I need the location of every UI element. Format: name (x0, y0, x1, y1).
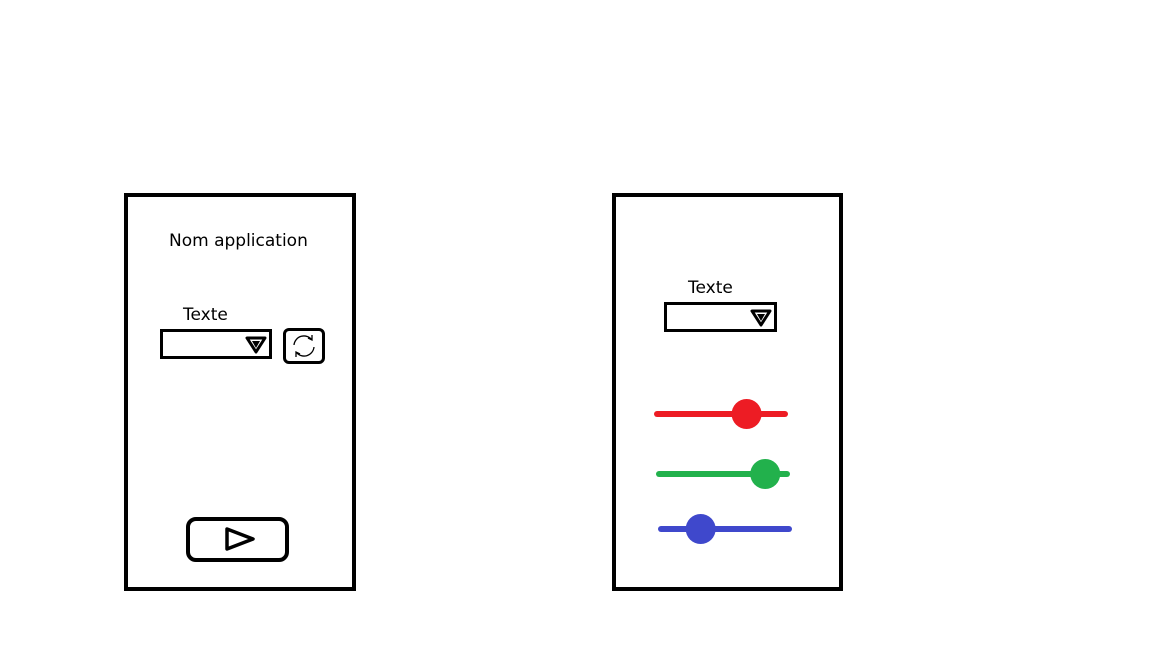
chevron-down-icon (750, 309, 772, 327)
dropdown-select[interactable] (664, 302, 777, 332)
refresh-icon (293, 335, 315, 357)
play-button[interactable] (186, 517, 289, 562)
dropdown-select[interactable] (160, 329, 272, 359)
green-slider[interactable] (656, 459, 790, 493)
slider-thumb[interactable] (685, 514, 716, 544)
slider-thumb[interactable] (750, 459, 781, 489)
wireframe-canvas: Nom application Texte Texte (0, 0, 1152, 648)
right-phone-screen: Texte (612, 193, 843, 591)
dropdown-label: Texte (183, 305, 228, 325)
dropdown-label: Texte (688, 278, 733, 298)
slider-thumb[interactable] (731, 399, 762, 429)
refresh-button[interactable] (283, 328, 325, 364)
red-slider[interactable] (654, 397, 788, 431)
app-title: Nom application (169, 231, 308, 251)
chevron-down-icon (245, 336, 267, 354)
play-icon (225, 527, 255, 551)
blue-slider[interactable] (658, 514, 792, 548)
left-phone-screen: Nom application Texte (124, 193, 356, 591)
